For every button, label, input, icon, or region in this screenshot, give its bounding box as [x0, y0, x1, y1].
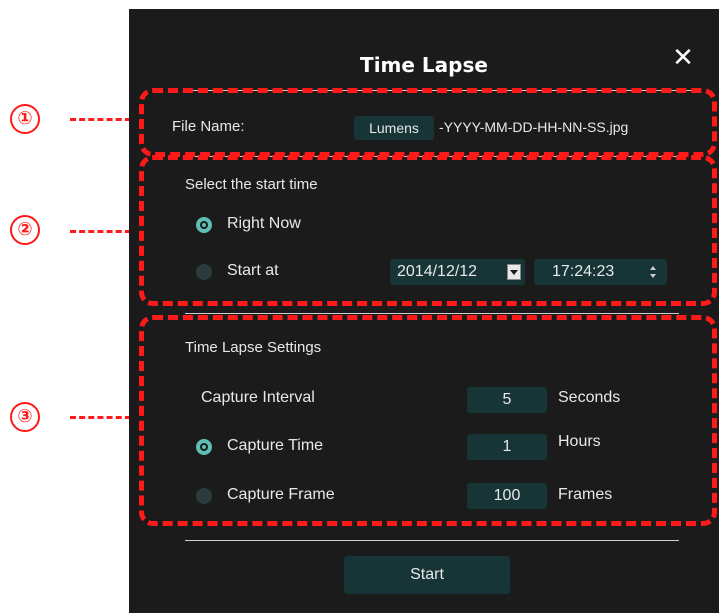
callout-box-2: [139, 155, 717, 306]
callout-box-3: [139, 315, 717, 526]
callout-marker-2: ②: [10, 215, 40, 245]
callout-box-1: [139, 88, 717, 157]
start-button[interactable]: Start: [344, 556, 510, 594]
callout-marker-1: ①: [10, 104, 40, 134]
dialog-title: Time Lapse: [360, 53, 488, 77]
divider: [185, 540, 679, 541]
divider: [185, 313, 679, 314]
close-icon[interactable]: ✕: [669, 44, 697, 72]
callout-marker-3: ③: [10, 402, 40, 432]
